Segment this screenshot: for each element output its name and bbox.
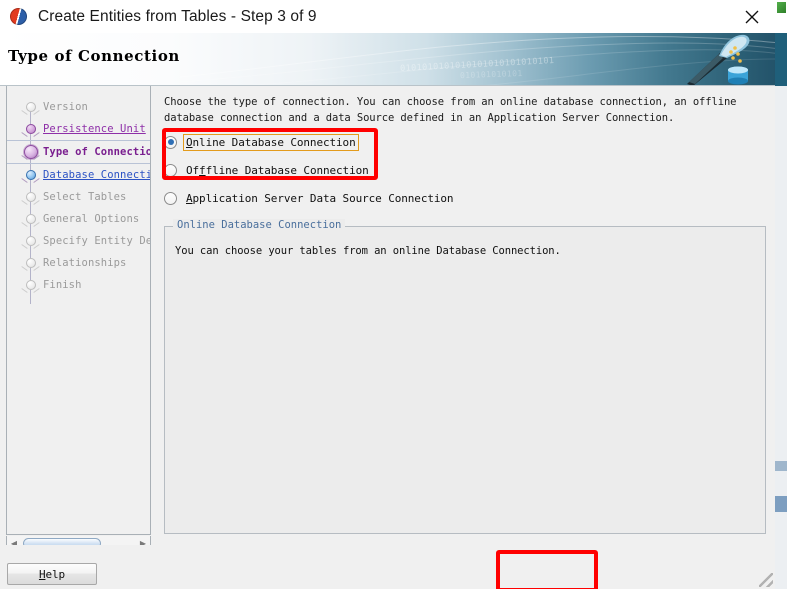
label-rest: nline Database Connection [192,135,356,149]
step-marker-icon [19,141,43,163]
dialog-window: Create Entities from Tables - Step 3 of … [0,0,775,589]
button-bar: Help < Back Next > Finish Cancel [0,545,775,589]
close-icon[interactable] [729,0,775,33]
radio-application-server-data-source-connection[interactable] [164,191,177,205]
sidebar-item-general-options[interactable]: General Options [7,208,150,230]
main-panel: Choose the type of connection. You can c… [158,86,769,545]
sidebar-item-label: Select Tables [43,191,127,203]
background-app-icon [777,2,786,13]
desktop-background-strip [775,86,787,461]
sidebar-item-select-tables[interactable]: Select Tables [7,186,150,208]
label-pre: Of [186,163,200,177]
step-marker-icon [19,118,43,140]
label-rest: pplication Server Data Source Connection [192,191,454,205]
wizard-window-root: Create Entities from Tables - Step 3 of … [0,0,787,589]
radio-label-application-server-data-source-connection[interactable]: Application Server Data Source Connectio… [183,190,456,207]
groupbox-description: You can choose your tables from an onlin… [175,245,561,257]
step-marker-icon [19,230,43,252]
instruction-text: Choose the type of connection. You can c… [164,96,737,124]
wand-database-icon [687,34,750,86]
sidebar-item-label: Version [43,101,88,113]
steps-sidebar: Version Persistence Unit Type of Connect… [6,86,151,535]
sidebar-item-database-connection[interactable]: Database Connection [7,164,150,186]
connection-type-radio-group: Online Database Connection Offfline Data… [164,130,456,214]
step-marker-icon [19,274,43,296]
sidebar-item-persistence-unit[interactable]: Persistence Unit [7,118,150,140]
desktop-background-strip [775,512,787,589]
desktop-background-strip [775,496,787,512]
step-marker-icon [19,186,43,208]
content-area: Version Persistence Unit Type of Connect… [0,86,775,551]
sidebar-item-type-of-connection[interactable]: Type of Connection [7,140,150,164]
window-title: Create Entities from Tables - Step 3 of … [38,7,317,25]
radio-row-online-database-connection[interactable]: Online Database Connection [164,130,456,154]
title-bar: Create Entities from Tables - Step 3 of … [0,0,775,33]
sidebar-item-label: General Options [43,213,140,225]
sidebar-item-label: Relationships [43,257,127,269]
help-button[interactable]: Help [7,563,97,585]
sidebar-item-label: Type of Connection [43,146,151,158]
step-marker-icon [19,208,43,230]
radio-row-offline-database-connection[interactable]: Offfline Database Connection [164,158,456,182]
radio-label-online-database-connection[interactable]: Online Database Connection [183,133,359,151]
radio-online-database-connection[interactable] [164,135,177,149]
label-rest: fline Database Connection [205,163,369,177]
desktop-background-strip [775,461,787,471]
radio-offline-database-connection[interactable] [164,163,177,177]
page-title: Type of Connection [8,47,180,65]
step-marker-icon [19,252,43,274]
label-rest: elp [45,567,66,581]
sidebar-item-label: Finish [43,279,82,291]
sidebar-item-label[interactable]: Persistence Unit [43,123,146,135]
sidebar-item-relationships[interactable]: Relationships [7,252,150,274]
sidebar-item-finish[interactable]: Finish [7,274,150,296]
radio-row-application-server-data-source-connection[interactable]: Application Server Data Source Connectio… [164,186,456,210]
online-database-connection-groupbox: Online Database Connection You can choos… [164,219,766,534]
step-marker-icon [19,164,43,186]
sidebar-item-label: Specify Entity Details [43,235,150,247]
step-marker-icon [19,96,43,118]
groupbox-title: Online Database Connection [173,219,346,231]
steps-list: Version Persistence Unit Type of Connect… [7,86,150,304]
sidebar-item-specify-entity-details[interactable]: Specify Entity Details [7,230,150,252]
radio-label-offline-database-connection[interactable]: Offfline Database Connection [183,162,372,179]
sidebar-item-version[interactable]: Version [7,96,150,118]
sidebar-item-label[interactable]: Database Connection [43,169,150,181]
desktop-background-strip [775,33,787,86]
desktop-background-strip [775,471,787,496]
netbeans-circle-icon [10,8,27,25]
resize-grip[interactable] [759,573,773,587]
